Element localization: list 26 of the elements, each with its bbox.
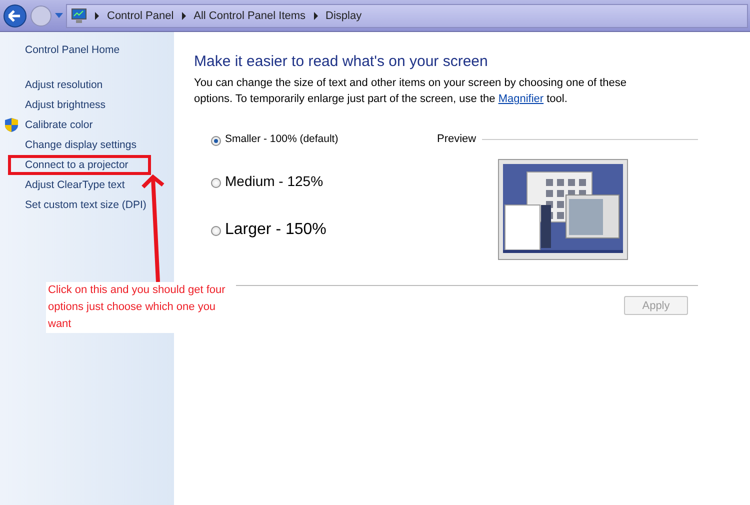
sidebar-link[interactable]: Control Panel Home — [25, 44, 120, 64]
sidebar-link[interactable]: Adjust ClearType text — [0, 175, 125, 195]
breadcrumb[interactable]: Display — [326, 10, 362, 22]
radio-button[interactable] — [211, 178, 221, 188]
radio-label[interactable]: Medium - 125% — [225, 173, 324, 189]
sidebar-link[interactable]: Calibrate color — [0, 115, 93, 135]
sidebar-link[interactable]: Set custom text size (DPI) — [0, 195, 146, 215]
sidebar-link[interactable]: Change display settings — [0, 135, 136, 155]
breadcrumb[interactable]: Control Panel — [107, 10, 174, 22]
dropdown-icon[interactable] — [55, 12, 63, 18]
radio-button[interactable] — [211, 226, 221, 236]
annotation-note: Click on this and you should get four options just choose which one you want — [46, 282, 236, 333]
sidebar-link[interactable]: Adjust brightness — [0, 95, 106, 115]
intro-text: You can change the size of text and other items on your screen by choosing one of these options. To temporarily enlarge just part of the screen, use the Magnifier tool. — [194, 76, 628, 107]
radio-button[interactable] — [211, 136, 221, 146]
address-field[interactable]: Control Panel All Control Panel Items Display — [66, 4, 748, 28]
back-icon[interactable] — [3, 4, 27, 28]
highlighted-sidebar-link[interactable]: Connect to a projector — [8, 155, 151, 175]
radio-label[interactable]: Larger - 150% — [225, 221, 326, 239]
page-heading: Make it easier to read what's on your screen — [194, 53, 489, 70]
radio-label[interactable]: Smaller - 100% (default) — [225, 133, 338, 145]
magnifier-link[interactable]: Magnifier — [498, 93, 544, 105]
monitor-icon — [71, 8, 87, 24]
preview-label: Preview — [437, 133, 476, 145]
sidebar-link[interactable]: Adjust resolution — [0, 75, 103, 95]
breadcrumb[interactable]: All Control Panel Items — [194, 10, 306, 22]
